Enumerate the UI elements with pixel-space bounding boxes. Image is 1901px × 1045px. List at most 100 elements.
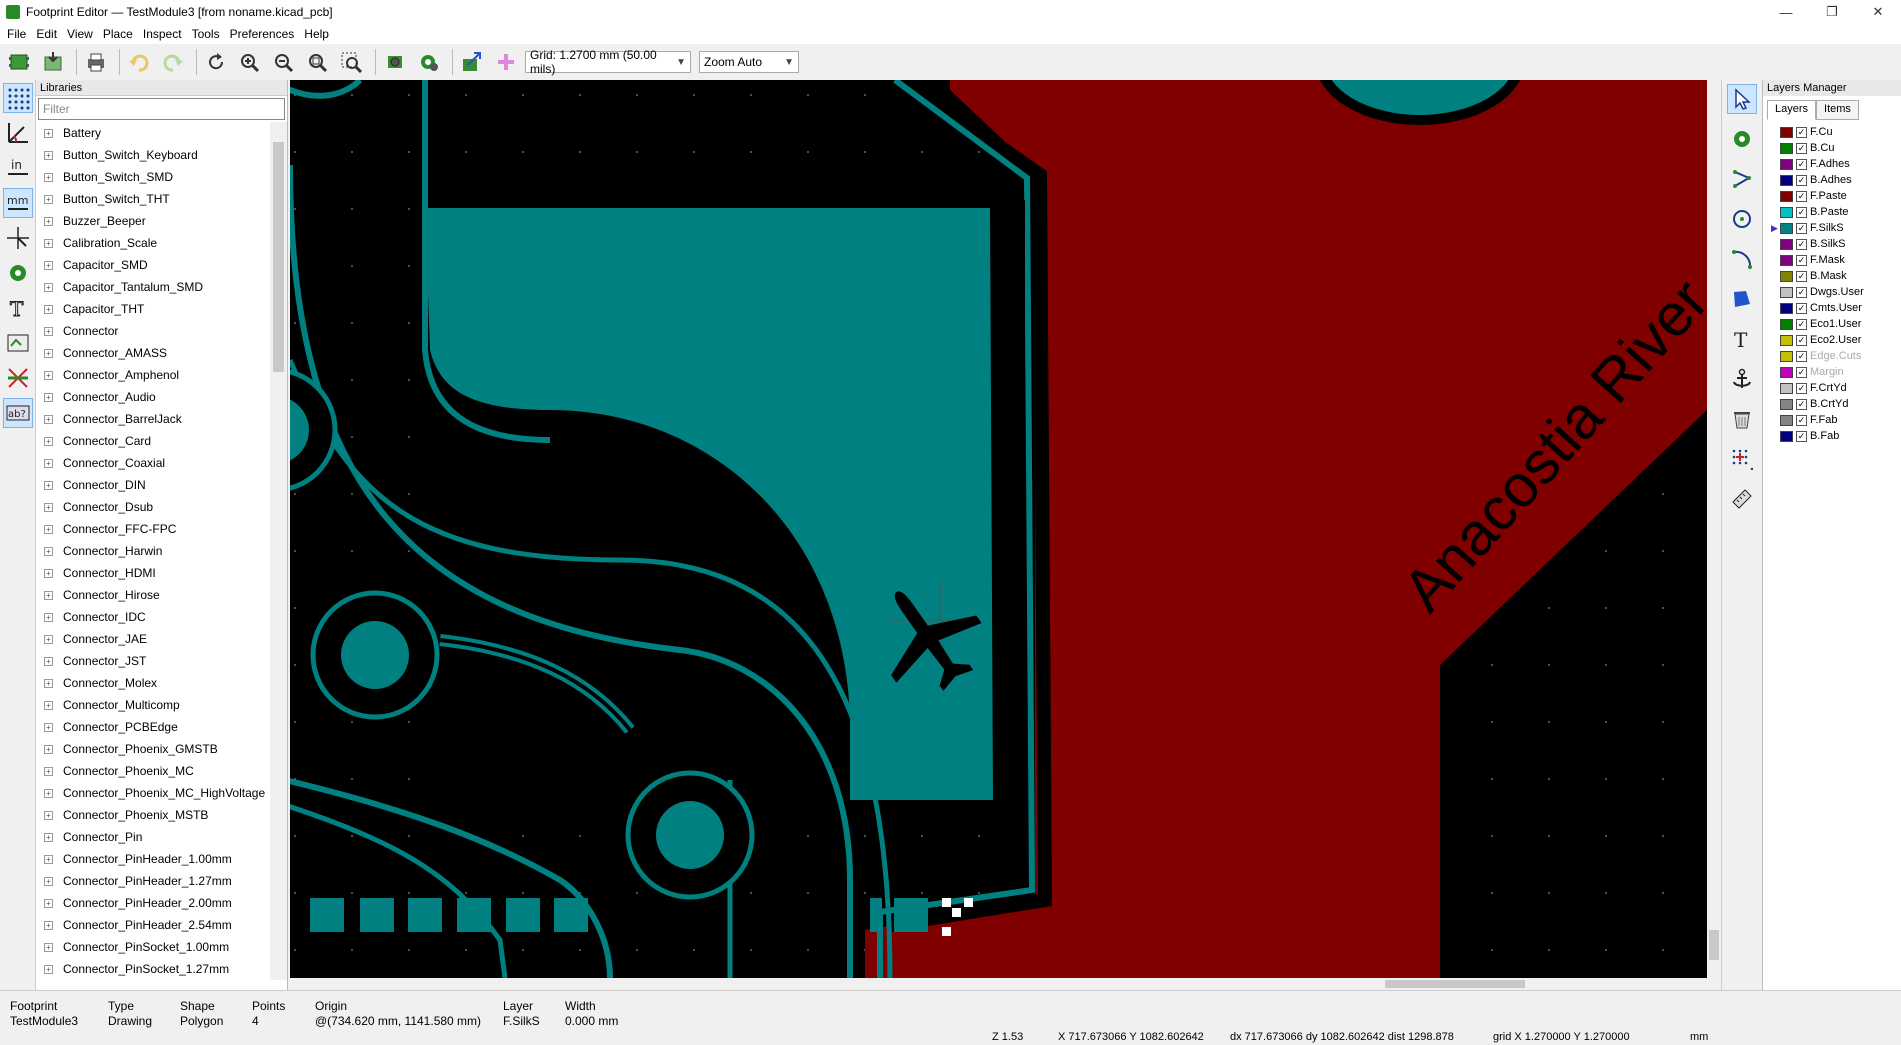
library-item[interactable]: + Connector_Harwin xyxy=(36,540,286,562)
layer-color-swatch[interactable] xyxy=(1780,334,1793,346)
library-item[interactable]: + Connector_PinHeader_2.00mm xyxy=(36,892,286,914)
expand-icon[interactable]: + xyxy=(44,194,53,204)
inch-units-icon[interactable]: in xyxy=(3,153,33,183)
library-item[interactable]: + Capacitor_Tantalum_SMD xyxy=(36,276,286,298)
library-item[interactable]: + Connector_PinSocket_1.27mm xyxy=(36,958,286,980)
library-item[interactable]: + Button_Switch_Keyboard xyxy=(36,144,286,166)
high-contrast-icon[interactable] xyxy=(3,363,33,393)
library-item[interactable]: + Connector_Dsub xyxy=(36,496,286,518)
expand-icon[interactable]: + xyxy=(44,216,53,226)
zoom-fit-icon[interactable] xyxy=(303,47,333,77)
layer-visibility-checkbox[interactable]: ✓ xyxy=(1796,286,1807,298)
add-polygon-icon[interactable] xyxy=(1727,284,1757,314)
layer-row[interactable]: ✓ Dwgs.User xyxy=(1763,284,1901,300)
layer-color-swatch[interactable] xyxy=(1780,318,1793,330)
text-edit-icon[interactable]: ab? xyxy=(3,398,33,428)
layer-visibility-checkbox[interactable]: ✓ xyxy=(1796,190,1807,202)
pad-outline-icon[interactable] xyxy=(3,258,33,288)
menu-preferences[interactable]: Preferences xyxy=(225,27,300,41)
library-item[interactable]: + Connector_Phoenix_GMSTB xyxy=(36,738,286,760)
library-item[interactable]: + Connector_PinHeader_1.27mm xyxy=(36,870,286,892)
layer-row[interactable]: ✓ F.Paste xyxy=(1763,188,1901,204)
layer-color-swatch[interactable] xyxy=(1780,286,1793,298)
expand-icon[interactable]: + xyxy=(44,524,53,534)
expand-icon[interactable]: + xyxy=(44,942,53,952)
library-item[interactable]: + Connector xyxy=(36,320,286,342)
layer-visibility-checkbox[interactable]: ✓ xyxy=(1796,366,1807,378)
zoom-selection-icon[interactable] xyxy=(337,47,367,77)
expand-icon[interactable]: + xyxy=(44,326,53,336)
layer-color-swatch[interactable] xyxy=(1780,206,1793,218)
library-item[interactable]: + Connector_Card xyxy=(36,430,286,452)
expand-icon[interactable]: + xyxy=(44,414,53,424)
layer-visibility-checkbox[interactable]: ✓ xyxy=(1796,238,1807,250)
add-anchor-icon[interactable] xyxy=(491,47,521,77)
add-text-icon[interactable]: T xyxy=(1727,324,1757,354)
layer-visibility-checkbox[interactable]: ✓ xyxy=(1796,142,1807,154)
insert-footprint-icon[interactable] xyxy=(457,47,487,77)
expand-icon[interactable]: + xyxy=(44,370,53,380)
layer-row[interactable]: ✓ Cmts.User xyxy=(1763,300,1901,316)
redo-icon[interactable] xyxy=(158,47,188,77)
expand-icon[interactable]: + xyxy=(44,898,53,908)
library-item[interactable]: + Capacitor_THT xyxy=(36,298,286,320)
menu-view[interactable]: View xyxy=(62,27,98,41)
library-filter-input[interactable]: Filter xyxy=(38,98,285,120)
zoom-out-icon[interactable] xyxy=(269,47,299,77)
print-icon[interactable] xyxy=(81,47,111,77)
layer-visibility-checkbox[interactable]: ✓ xyxy=(1796,222,1807,234)
library-item[interactable]: + Connector_Phoenix_MC_HighVoltage xyxy=(36,782,286,804)
expand-icon[interactable]: + xyxy=(44,612,53,622)
layer-color-swatch[interactable] xyxy=(1780,126,1793,138)
grid-origin-icon[interactable] xyxy=(1727,444,1757,474)
layer-color-swatch[interactable] xyxy=(1780,302,1793,314)
layer-row[interactable]: ✓ B.Fab xyxy=(1763,428,1901,444)
measure-icon[interactable] xyxy=(1727,484,1757,514)
expand-icon[interactable]: + xyxy=(44,876,53,886)
layer-visibility-checkbox[interactable]: ✓ xyxy=(1796,206,1807,218)
pcb-canvas[interactable]: Anacostia River xyxy=(290,80,1707,978)
canvas-vertical-scrollbar[interactable] xyxy=(1707,80,1721,978)
layer-visibility-checkbox[interactable]: ✓ xyxy=(1796,174,1807,186)
expand-icon[interactable]: + xyxy=(44,700,53,710)
expand-icon[interactable]: + xyxy=(44,920,53,930)
delete-icon[interactable] xyxy=(1727,404,1757,434)
mm-units-icon[interactable]: mm xyxy=(3,188,33,218)
expand-icon[interactable]: + xyxy=(44,854,53,864)
layer-row[interactable]: ✓ Eco2.User xyxy=(1763,332,1901,348)
polar-coords-icon[interactable] xyxy=(3,118,33,148)
library-item[interactable]: + Connector_JST xyxy=(36,650,286,672)
layer-row[interactable]: ✓ B.Paste xyxy=(1763,204,1901,220)
layer-row[interactable]: ✓ Edge.Cuts xyxy=(1763,348,1901,364)
expand-icon[interactable]: + xyxy=(44,348,53,358)
library-item[interactable]: + Connector_JAE xyxy=(36,628,286,650)
layer-color-swatch[interactable] xyxy=(1780,366,1793,378)
layer-color-swatch[interactable] xyxy=(1780,430,1793,442)
library-item[interactable]: + Connector_Pin xyxy=(36,826,286,848)
scrollbar-thumb[interactable] xyxy=(273,142,284,372)
expand-icon[interactable]: + xyxy=(44,766,53,776)
layer-row[interactable]: ✓ F.CrtYd xyxy=(1763,380,1901,396)
library-item[interactable]: + Connector_Coaxial xyxy=(36,452,286,474)
layer-color-swatch[interactable] xyxy=(1780,254,1793,266)
layer-row[interactable]: ✓ F.Fab xyxy=(1763,412,1901,428)
layer-visibility-checkbox[interactable]: ✓ xyxy=(1796,414,1807,426)
expand-icon[interactable]: + xyxy=(44,458,53,468)
expand-icon[interactable]: + xyxy=(44,150,53,160)
expand-icon[interactable]: + xyxy=(44,392,53,402)
add-line-icon[interactable] xyxy=(1727,164,1757,194)
menu-inspect[interactable]: Inspect xyxy=(138,27,187,41)
menu-edit[interactable]: Edit xyxy=(31,27,62,41)
menu-place[interactable]: Place xyxy=(98,27,138,41)
expand-icon[interactable]: + xyxy=(44,238,53,248)
expand-icon[interactable]: + xyxy=(44,788,53,798)
library-item[interactable]: + Connector_PinHeader_2.54mm xyxy=(36,914,286,936)
layer-color-swatch[interactable] xyxy=(1780,398,1793,410)
library-item[interactable]: + Connector_PinHeader_1.00mm xyxy=(36,848,286,870)
menu-file[interactable]: File xyxy=(2,27,31,41)
library-item[interactable]: + Connector_IDC xyxy=(36,606,286,628)
expand-icon[interactable]: + xyxy=(44,964,53,974)
library-item[interactable]: + Connector_DIN xyxy=(36,474,286,496)
expand-icon[interactable]: + xyxy=(44,590,53,600)
expand-icon[interactable]: + xyxy=(44,656,53,666)
